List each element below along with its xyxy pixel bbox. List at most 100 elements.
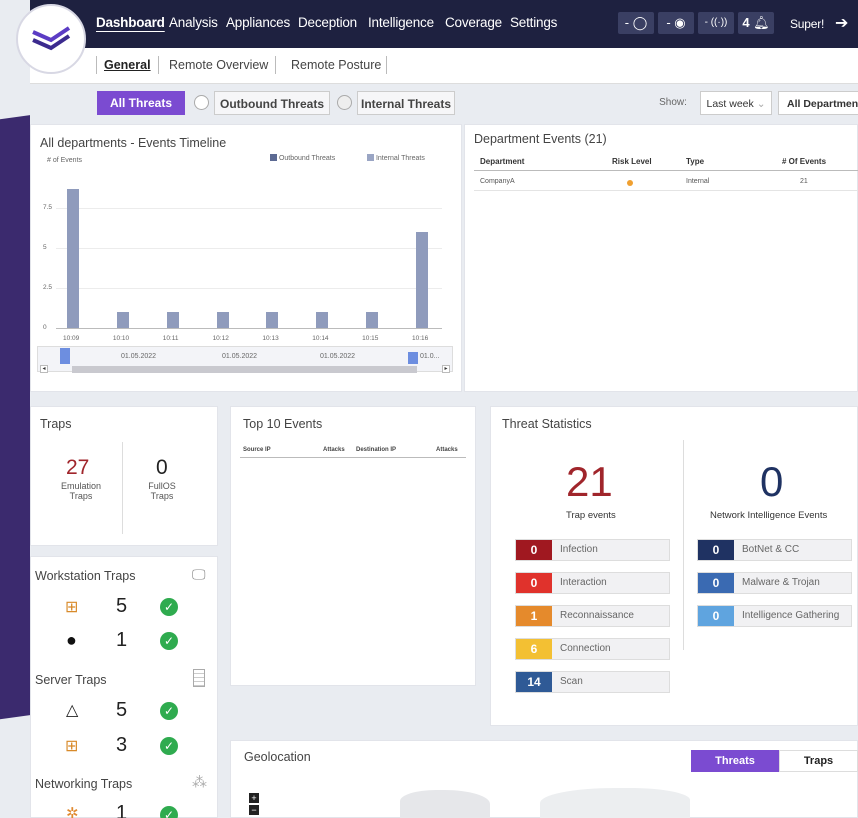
outbound-radio[interactable] bbox=[194, 95, 209, 110]
stat-count: 0 bbox=[516, 573, 552, 593]
ni-stat-row[interactable]: 0 Intelligence Gathering bbox=[697, 605, 852, 627]
gridline bbox=[56, 208, 442, 209]
y-tick-label: 2.5 bbox=[43, 284, 53, 291]
apple-icon: ● bbox=[66, 630, 77, 650]
column-header-department[interactable]: Department bbox=[480, 157, 524, 166]
trap-stat-row[interactable]: 0 Interaction bbox=[515, 572, 670, 594]
header-divider bbox=[240, 457, 466, 458]
x-axis bbox=[56, 328, 442, 329]
network-device-icon: ✲ bbox=[66, 805, 79, 818]
scrollbar-thumb[interactable] bbox=[72, 366, 417, 373]
internal-radio[interactable] bbox=[337, 95, 352, 110]
alerts-button[interactable]: 4 🔔︎ bbox=[738, 12, 774, 34]
trap-stat-row[interactable]: 14 Scan bbox=[515, 671, 670, 693]
world-map-landmass bbox=[540, 788, 690, 818]
world-map-landmass bbox=[400, 790, 490, 818]
stat-count: 0 bbox=[698, 573, 734, 593]
windows-icon: ⊞ bbox=[65, 599, 79, 616]
column-header-events[interactable]: # Of Events bbox=[782, 157, 826, 166]
status-indicator-1[interactable]: - ◯ bbox=[618, 12, 654, 34]
legend-outbound: Outbound Threats bbox=[270, 154, 335, 162]
user-name[interactable]: Super! bbox=[790, 17, 824, 31]
traps-title: Traps bbox=[40, 417, 72, 431]
check-icon: ✓ bbox=[160, 737, 178, 755]
check-icon: ✓ bbox=[160, 598, 178, 616]
nav-appliances[interactable]: Appliances bbox=[226, 15, 290, 30]
chart-bar[interactable] bbox=[366, 312, 379, 328]
decorative-background-stripe bbox=[0, 115, 30, 725]
outbound-threats-button[interactable]: Outbound Threats bbox=[214, 91, 330, 115]
stat-count: 0 bbox=[698, 540, 734, 560]
trap-stat-row[interactable]: 1 Reconnaissance bbox=[515, 605, 670, 627]
nav-deception[interactable]: Deception bbox=[298, 15, 357, 30]
y-tick-label: 0 bbox=[43, 324, 47, 331]
ni-stat-row[interactable]: 0 BotNet & CC bbox=[697, 539, 852, 561]
scroll-date: 01.0... bbox=[420, 353, 440, 360]
show-label: Show: bbox=[659, 97, 687, 108]
nav-coverage[interactable]: Coverage bbox=[445, 15, 502, 30]
internal-threats-button[interactable]: Internal Threats bbox=[357, 91, 455, 115]
chart-bar[interactable] bbox=[216, 312, 229, 328]
chart-bar[interactable] bbox=[266, 312, 279, 328]
legend-internal-label: Internal Threats bbox=[375, 155, 425, 162]
legend-swatch-internal bbox=[367, 154, 374, 161]
trap-stat-row[interactable]: 6 Connection bbox=[515, 638, 670, 660]
column-header-attacks[interactable]: Attacks bbox=[436, 447, 458, 453]
column-header-attacks[interactable]: Attacks bbox=[323, 447, 345, 453]
logout-icon[interactable]: ➔ bbox=[835, 13, 848, 33]
status-indicator-3[interactable]: - ((·)) bbox=[698, 12, 734, 34]
period-select[interactable]: Last week ⌄ bbox=[700, 91, 772, 115]
emulation-count: 27 bbox=[66, 456, 90, 479]
chart-bar[interactable] bbox=[316, 312, 329, 328]
ni-stat-row[interactable]: 0 Malware & Trojan bbox=[697, 572, 852, 594]
column-header-destination-ip[interactable]: Destination IP bbox=[356, 447, 396, 453]
department-select[interactable]: All Departments bbox=[778, 91, 858, 115]
chart-bar[interactable] bbox=[67, 188, 79, 328]
zoom-out-button[interactable]: − bbox=[249, 805, 259, 815]
header-divider bbox=[474, 170, 858, 171]
workstation-apple-count: 1 bbox=[116, 629, 128, 651]
divider bbox=[96, 56, 97, 74]
scroll-left-arrow[interactable]: ◂ bbox=[40, 365, 48, 373]
chart-bar[interactable] bbox=[116, 312, 129, 328]
scroller-handle-right[interactable] bbox=[408, 352, 418, 364]
geo-tab-threats[interactable]: Threats bbox=[691, 750, 779, 772]
server-traps-title: Server Traps bbox=[35, 673, 107, 687]
stat-label: Scan bbox=[560, 676, 583, 687]
column-header-source-ip[interactable]: Source IP bbox=[243, 447, 271, 453]
tab-remote-posture[interactable]: Remote Posture bbox=[291, 58, 381, 72]
gridline bbox=[56, 288, 442, 289]
all-threats-button[interactable]: All Threats bbox=[97, 91, 185, 115]
legend-swatch-outbound bbox=[270, 154, 277, 161]
y-tick-label: 7.5 bbox=[43, 204, 53, 211]
nav-analysis[interactable]: Analysis bbox=[169, 15, 218, 30]
stat-label: Malware & Trojan bbox=[742, 577, 820, 588]
tab-general[interactable]: General bbox=[104, 58, 151, 72]
scroll-date: 01.05.2022 bbox=[121, 353, 157, 360]
row-type: Internal bbox=[686, 178, 710, 185]
trap-events-label: Trap events bbox=[566, 510, 616, 521]
tab-remote-overview[interactable]: Remote Overview bbox=[169, 58, 268, 72]
column-header-risk[interactable]: Risk Level bbox=[612, 157, 652, 166]
scroll-right-arrow[interactable]: ▸ bbox=[442, 365, 450, 373]
scroller-handle-left[interactable] bbox=[60, 348, 70, 364]
chart-bar[interactable] bbox=[416, 232, 428, 328]
x-tick-label: 10:13 bbox=[262, 335, 279, 342]
geo-tab-traps[interactable]: Traps bbox=[779, 750, 858, 772]
trap-stat-row[interactable]: 0 Infection bbox=[515, 539, 670, 561]
status-indicator-2[interactable]: - ◉ bbox=[658, 12, 694, 34]
divider bbox=[275, 56, 276, 74]
zoom-in-button[interactable]: + bbox=[249, 793, 259, 803]
chevron-down-icon: ⌄ bbox=[756, 98, 766, 110]
x-tick-label: 10:12 bbox=[212, 335, 229, 342]
x-tick-label: 10:10 bbox=[112, 335, 130, 342]
networking-traps-title: Networking Traps bbox=[35, 777, 133, 791]
nav-intelligence[interactable]: Intelligence bbox=[368, 15, 434, 30]
x-tick-label: 10:09 bbox=[63, 335, 80, 342]
nav-settings[interactable]: Settings bbox=[510, 15, 557, 30]
period-value: Last week bbox=[706, 98, 754, 110]
column-header-type[interactable]: Type bbox=[686, 157, 704, 166]
nav-dashboard[interactable]: Dashboard bbox=[96, 15, 165, 30]
x-tick-label: 10:16 bbox=[412, 335, 429, 342]
chart-bar[interactable] bbox=[166, 312, 179, 328]
